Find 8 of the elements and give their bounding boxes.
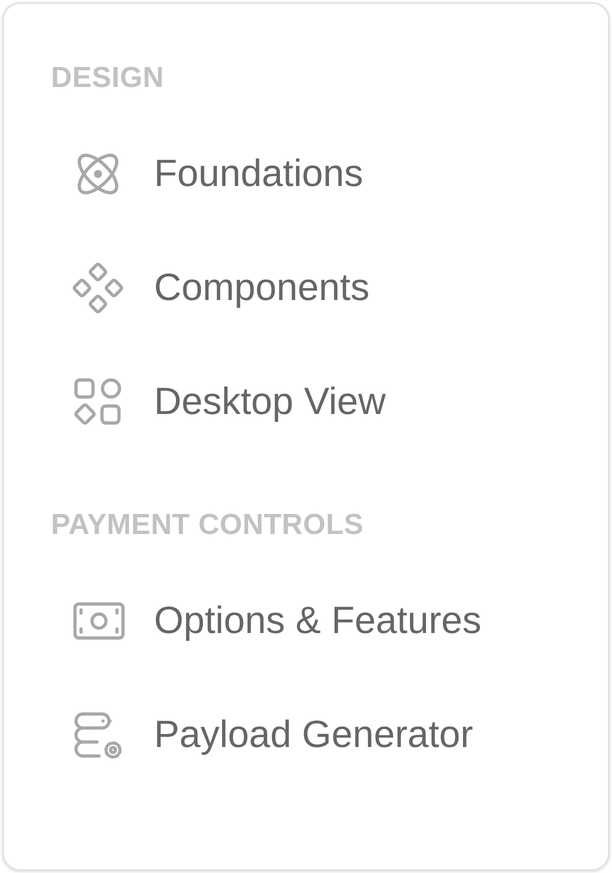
nav-item[interactable]: Foundations: [51, 149, 561, 199]
diamonds-icon: [72, 262, 126, 314]
nav-item[interactable]: Payload Generator: [51, 710, 561, 760]
section-heading: DESIGN: [51, 61, 165, 96]
nav-item[interactable]: Options & Features: [51, 596, 561, 646]
section-heading: PAYMENT CONTROLS: [51, 508, 365, 543]
nav-item[interactable]: Components: [51, 263, 561, 313]
nav-item[interactable]: Desktop View: [51, 377, 561, 427]
